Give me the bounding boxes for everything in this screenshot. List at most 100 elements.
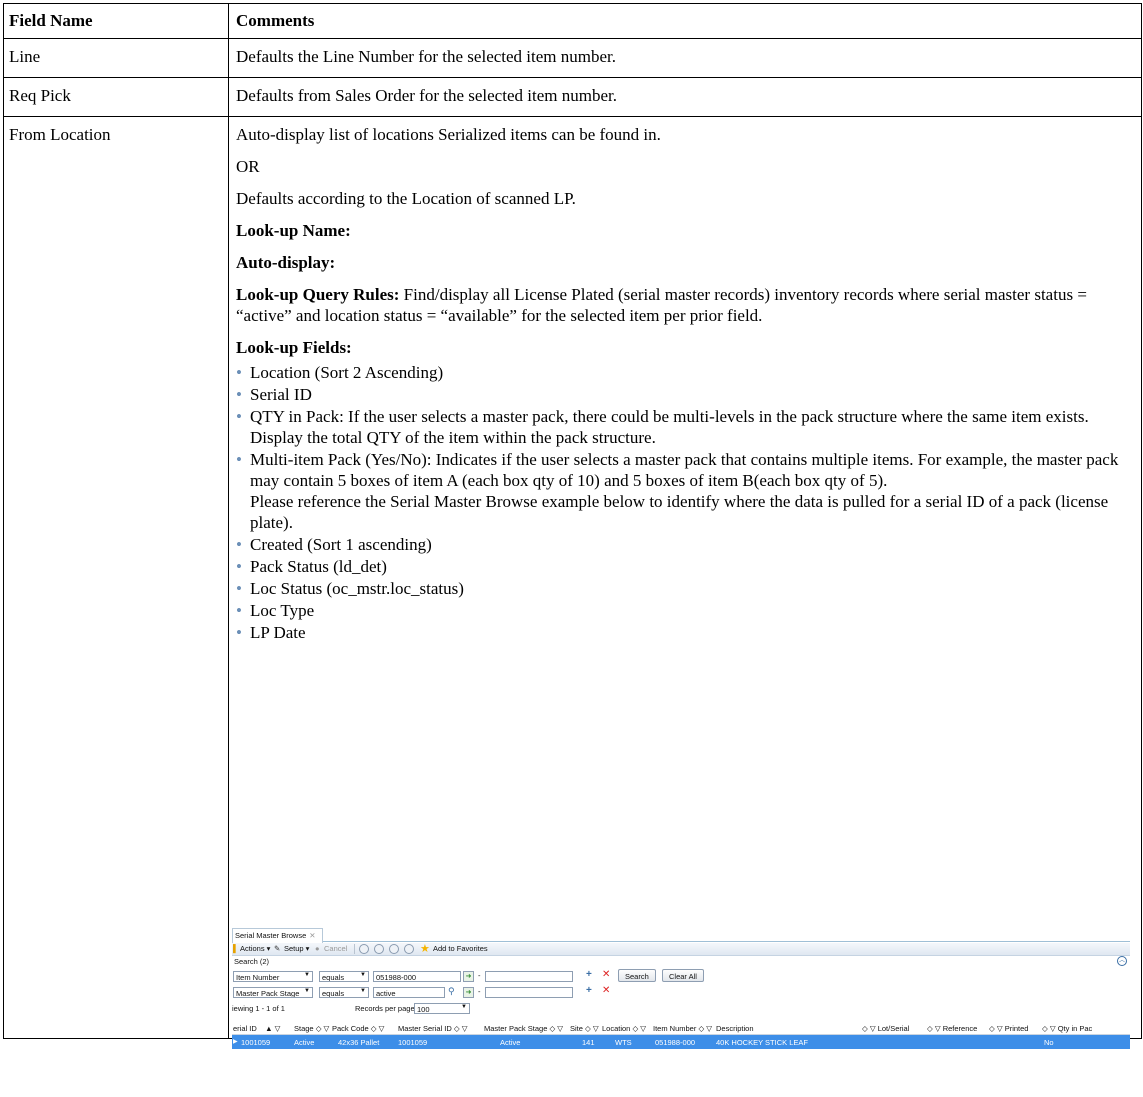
cell-description: 40K HOCKEY STICK LEAF (716, 1038, 808, 1047)
cell-master-serial-id: 1001059 (398, 1038, 428, 1047)
query-rules-label: Look-up Query Rules: (236, 285, 400, 304)
bullet-icon: • (236, 557, 242, 576)
add-to-favorites-button[interactable]: Add to Favorites (433, 944, 488, 953)
column-header[interactable]: Stage ◇ ▽ (294, 1024, 329, 1033)
remove-criteria-icon[interactable]: ✕ (602, 969, 610, 980)
bullet-icon: • (236, 623, 242, 642)
first-page-icon[interactable] (359, 944, 369, 954)
comment-cell: Defaults the Line Number for the selecte… (228, 38, 1142, 78)
lookup-icon[interactable]: ➜ (463, 987, 474, 998)
table-row: Req Pick Defaults from Sales Order for t… (3, 77, 1142, 117)
list-item: • Serial ID (236, 385, 312, 404)
range-dash: - (478, 971, 481, 980)
lookup-icon[interactable]: ➜ (463, 971, 474, 982)
criteria-operator-select[interactable]: equals ▼ (319, 987, 369, 998)
remove-criteria-icon[interactable]: ✕ (602, 985, 610, 996)
comment-cell: Defaults from Sales Order for the select… (228, 77, 1142, 117)
setup-menu[interactable]: Setup ▾ (284, 944, 309, 953)
toolbar: ▌ Actions ▾ ✎ Setup ▾ ● Cancel ★ Add to … (232, 943, 1130, 956)
list-item: • LP Date (236, 623, 306, 642)
criteria-range-input[interactable] (485, 987, 573, 998)
bullet-icon: • (236, 407, 242, 426)
serial-master-browse-screenshot: Serial Master Browse ✕ ▌ Actions ▾ ✎ Setu… (232, 928, 1130, 1074)
tab-bar: Serial Master Browse ✕ (232, 928, 1130, 944)
criteria-operator-select[interactable]: equals ▼ (319, 971, 369, 982)
list-item: • Loc Status (oc_mstr.loc_status) (236, 579, 464, 598)
column-header[interactable]: erial ID ▲ ▽ (233, 1024, 280, 1033)
lookup-fields-label: Look-up Fields: (236, 338, 352, 357)
cell-location: WTS (615, 1038, 632, 1047)
actions-icon: ▌ (233, 944, 239, 953)
toolbar-separator (354, 944, 355, 954)
column-header[interactable]: ◇ ▽ Lot/Serial (862, 1024, 909, 1033)
chevron-down-icon: ▼ (304, 988, 310, 994)
collapse-icon[interactable]: ︿ (1117, 956, 1127, 966)
header-field-name: Field Name (3, 3, 229, 39)
column-header[interactable]: Master Pack Stage ◇ ▽ (484, 1024, 563, 1033)
column-header[interactable]: Site ◇ ▽ (570, 1024, 599, 1033)
chevron-down-icon: ▼ (461, 1004, 467, 1010)
column-header[interactable]: Description (716, 1024, 754, 1033)
or-text: OR (236, 157, 260, 176)
defaults-paragraph: Defaults according to the Location of sc… (236, 189, 576, 208)
viewing-count: iewing 1 - 1 of 1 (232, 1004, 285, 1013)
list-item: • Pack Status (ld_det) (236, 557, 387, 576)
lookup-fields-list: • Location (Sort 2 Ascending) • Serial ID … (236, 362, 1141, 643)
search-icon[interactable]: ⚲ (448, 986, 455, 997)
bullet-icon: • (236, 450, 242, 469)
criteria-range-input[interactable] (485, 971, 573, 982)
bullet-icon: • (236, 601, 242, 620)
chevron-down-icon: ▼ (360, 988, 366, 994)
criteria-field-select[interactable]: Item Number ▼ (233, 971, 313, 982)
row-selector-icon: ▶ (233, 1039, 238, 1045)
column-header[interactable]: Location ◇ ▽ (602, 1024, 646, 1033)
criteria-field-select[interactable]: Master Pack Stage ▼ (233, 987, 313, 998)
actions-menu[interactable]: Actions ▾ (240, 944, 270, 953)
bullet-icon: • (236, 385, 242, 404)
cell-pack-code: 42x36 Pallet (338, 1038, 380, 1047)
column-header[interactable]: Master Serial ID ◇ ▽ (398, 1024, 467, 1033)
cancel-button[interactable]: Cancel (324, 944, 347, 953)
add-criteria-icon[interactable]: + (586, 969, 592, 980)
prev-page-icon[interactable] (374, 944, 384, 954)
list-item: • Multi-item Pack (Yes/No): Indicates if … (236, 449, 1141, 533)
criteria-value-input[interactable]: active (373, 987, 445, 998)
table-row: From Location Auto-display list of locat… (3, 116, 1142, 1039)
lookup-name-label: Look-up Name: (236, 221, 351, 240)
table-header-row: Field Name Comments (3, 3, 1142, 39)
table-row[interactable]: ▶ 1001059 Active 42x36 Pallet 1001059 Ac… (232, 1035, 1130, 1049)
cell-serial-id: 1001059 (241, 1038, 271, 1047)
last-page-icon[interactable] (404, 944, 414, 954)
criteria-value-input[interactable]: 051988-000 (373, 971, 461, 982)
field-cell: Req Pick (3, 77, 229, 117)
list-item: • QTY in Pack: If the user selects a mast… (236, 407, 1089, 447)
column-header[interactable]: ◇ ▽ Reference (927, 1024, 977, 1033)
search-criteria-row: Item Number ▼ equals ▼ 051988-000 ➜ - + ✕ … (232, 969, 1130, 985)
star-icon: ★ (420, 943, 430, 955)
chevron-down-icon: ▼ (304, 972, 310, 978)
cell-site: 141 (582, 1038, 595, 1047)
records-per-page-select[interactable]: 100 ▼ (414, 1003, 470, 1014)
cell-item-number: 051988-000 (655, 1038, 696, 1047)
close-icon[interactable]: ✕ (309, 931, 315, 940)
tab-serial-master-browse[interactable]: Serial Master Browse ✕ (232, 928, 323, 944)
bullet-icon: • (236, 363, 242, 382)
add-criteria-icon[interactable]: + (586, 985, 592, 996)
range-dash: - (478, 987, 481, 996)
query-rules-paragraph: Look-up Query Rules: Find/display all Li… (236, 284, 1141, 326)
search-button[interactable]: Search (618, 969, 656, 982)
clear-all-button[interactable]: Clear All (662, 969, 704, 982)
serial-master-note: Please reference the Serial Master Brows… (250, 492, 1109, 532)
cell-printed: No (1044, 1038, 1054, 1047)
bullet-icon: • (236, 535, 242, 554)
field-cell: Line (3, 38, 229, 78)
column-header[interactable]: ◇ ▽ Qty in Pac (1042, 1024, 1092, 1033)
next-page-icon[interactable] (389, 944, 399, 954)
field-spec-table: Field Name Comments Line Defaults the Li… (3, 3, 1142, 1039)
column-header[interactable]: Item Number ◇ ▽ (653, 1024, 712, 1033)
search-criteria-row: Master Pack Stage ▼ equals ▼ active ⚲ ➜ - … (232, 985, 1130, 1001)
list-item: • Loc Type (236, 601, 315, 620)
column-header[interactable]: ◇ ▽ Printed (989, 1024, 1028, 1033)
pencil-icon: ✎ (274, 944, 281, 953)
column-header[interactable]: Pack Code ◇ ▽ (332, 1024, 384, 1033)
